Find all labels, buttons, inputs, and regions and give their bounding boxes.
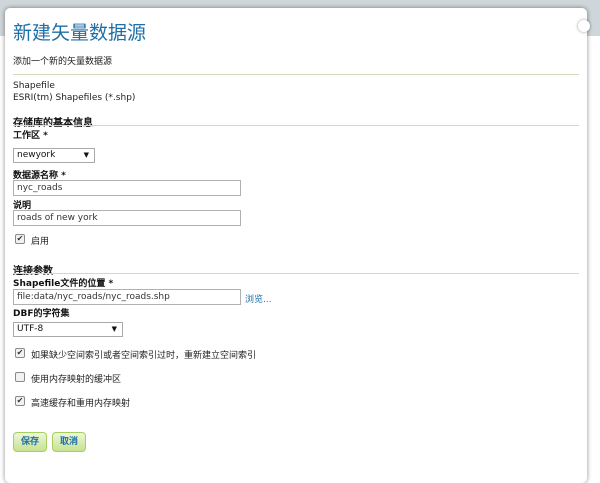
checkmark-icon: ✔ [16, 348, 24, 357]
shapefile-location-label: Shapefile文件的位置 * [13, 279, 114, 289]
cancel-button[interactable]: 取消 [52, 432, 86, 452]
page-title: 新建矢量数据源 [13, 22, 147, 44]
checkmark-icon: ✔ [16, 234, 24, 243]
divider [13, 125, 579, 126]
divider [13, 74, 579, 75]
datasource-type-description: ESRI(tm) Shapefiles (*.shp) [13, 93, 136, 103]
checkmark-icon: ✔ [16, 396, 24, 405]
panel-corner-knob [578, 20, 590, 32]
divider [13, 273, 579, 274]
shapefile-location-input[interactable]: file:data/nyc_roads/nyc_roads.shp [13, 289, 241, 305]
datasource-name-input[interactable]: nyc_roads [13, 180, 241, 196]
cache-memory-maps-checkbox[interactable]: ✔ [15, 396, 25, 406]
memory-mapped-buffer-label: 使用内存映射的缓冲区 [31, 375, 122, 385]
save-button[interactable]: 保存 [13, 432, 47, 452]
charset-label: DBF的字符集 [13, 309, 70, 319]
enabled-label: 启用 [31, 237, 50, 247]
chevron-down-icon: ▼ [83, 151, 89, 159]
chevron-down-icon: ▼ [111, 325, 117, 333]
workspace-label: 工作区 * [13, 131, 48, 141]
rebuild-spatial-index-label: 如果缺少空间索引或者空间索引过时，重新建立空间索引 [31, 351, 257, 361]
charset-selected-value: UTF-8 [17, 324, 44, 334]
cache-memory-maps-label: 高速缓存和重用内存映射 [31, 399, 131, 409]
enabled-checkbox[interactable]: ✔ [15, 234, 25, 244]
page-subtitle: 添加一个新的矢量数据源 [13, 57, 113, 67]
charset-select[interactable]: UTF-8 ▼ [13, 322, 123, 337]
connection-heading: 连接参数 [13, 266, 53, 277]
datasource-type-name: Shapefile [13, 81, 55, 91]
basic-info-heading: 存储库的基本信息 [13, 118, 93, 129]
workspace-select[interactable]: newyork ▼ [13, 148, 95, 163]
browse-link[interactable]: 浏览... [245, 292, 272, 305]
memory-mapped-buffer-checkbox[interactable] [15, 372, 25, 382]
new-vector-datasource-panel: 新建矢量数据源 添加一个新的矢量数据源 Shapefile ESRI(tm) S… [5, 8, 590, 483]
workspace-selected-value: newyork [17, 150, 56, 160]
description-input[interactable]: roads of new york [13, 210, 241, 226]
rebuild-spatial-index-checkbox[interactable]: ✔ [15, 348, 25, 358]
